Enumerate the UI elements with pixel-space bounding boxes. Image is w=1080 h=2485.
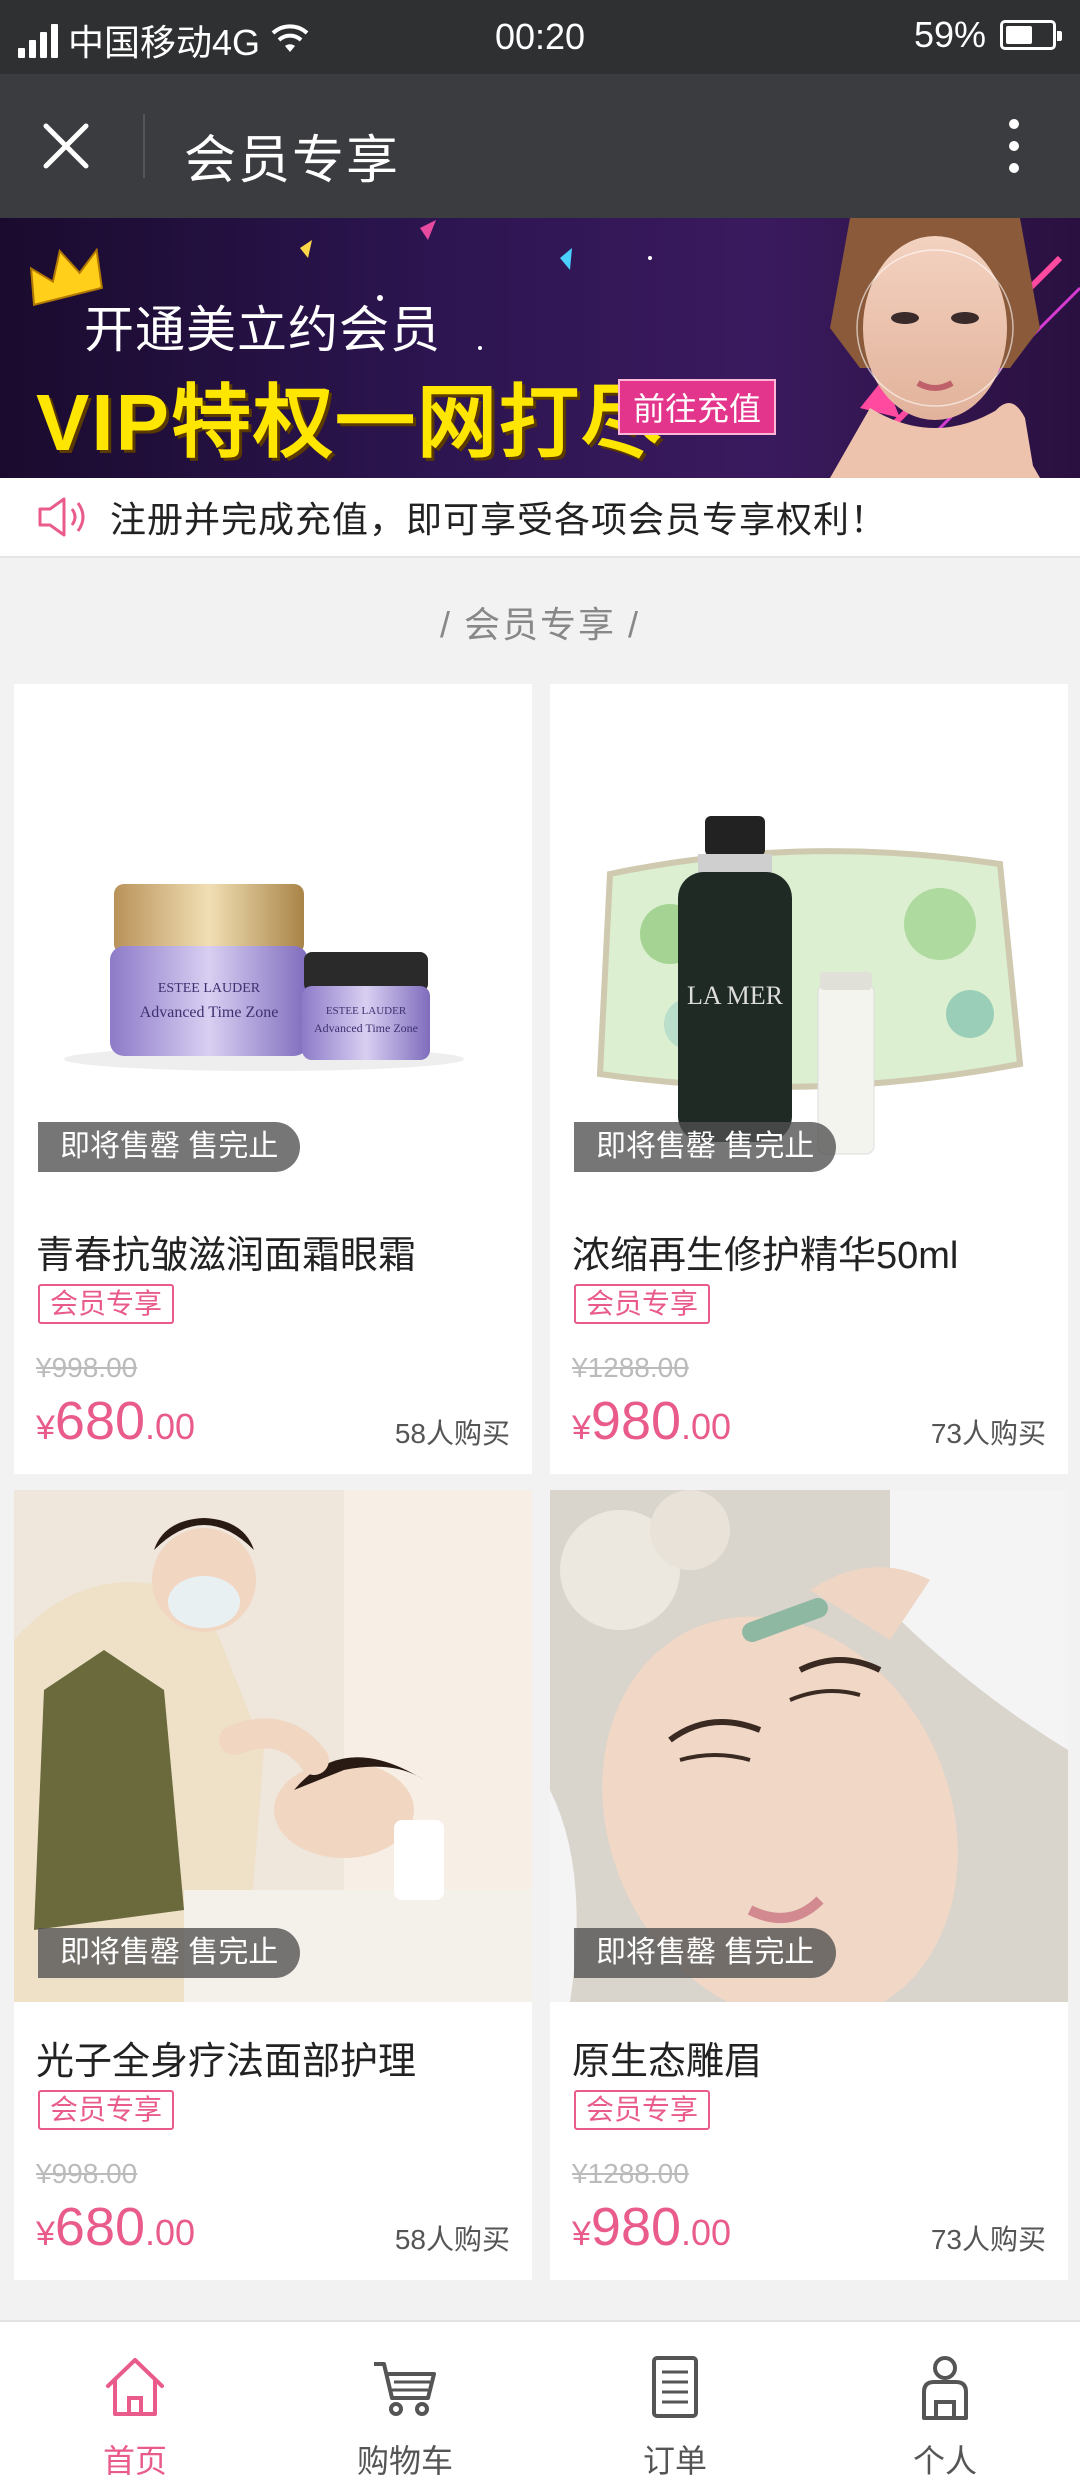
sold-out-tag: 即将售罄 售完止 — [574, 1122, 837, 1172]
sale-price: ¥980.00 — [572, 1390, 731, 1452]
tab-orders[interactable]: 订单 — [540, 2322, 810, 2485]
price-decimal: .00 — [145, 2212, 196, 2253]
original-price: ¥1288.00 — [572, 1352, 689, 1383]
product-card[interactable]: LA MER 即将售罄 售完止 浓缩再生修护精华50ml 会员专享 ¥1288.… — [550, 684, 1068, 1474]
svg-text:ESTEE LAUDER: ESTEE LAUDER — [326, 1005, 407, 1017]
sold-out-tag: 即将售罄 售完止 — [38, 1928, 301, 1978]
price-decimal: .00 — [681, 2212, 732, 2253]
product-image — [14, 1490, 532, 2002]
price-decimal: .00 — [145, 1406, 196, 1447]
title-bar: 会员专享 — [0, 74, 1080, 218]
sold-out-tag: 即将售罄 售完止 — [38, 1122, 301, 1172]
more-dot-icon — [1009, 163, 1019, 173]
serum-bottle-image: LA MER — [596, 816, 1024, 1155]
eyebrow-treatment-image — [550, 1490, 1068, 2002]
order-icon — [652, 2356, 698, 2418]
sold-count: 73人购买 — [930, 1418, 1046, 1449]
sold-count: 73人购买 — [930, 2224, 1046, 2255]
sold-out-tag: 即将售罄 售完止 — [574, 1928, 837, 1978]
cream-jar-image: ESTEE LAUDER Advanced Time Zone ESTEE LA… — [64, 884, 464, 1071]
close-icon — [43, 123, 89, 169]
svg-text:Advanced Time Zone: Advanced Time Zone — [140, 1004, 279, 1021]
cart-icon — [374, 2362, 436, 2416]
product-card[interactable]: 即将售罄 售完止 原生态雕眉 会员专享 ¥1288.00 ¥980.00 73人… — [550, 1490, 1068, 2280]
vip-banner[interactable]: 开通美立约会员 VIP特权一网打尽 前往充值 — [0, 218, 1080, 478]
product-name: 光子全身疗法面部护理 — [36, 2041, 417, 2083]
more-dot-icon — [1009, 141, 1019, 151]
product-name: 原生态雕眉 — [572, 2041, 763, 2083]
tab-label: 购物车 — [356, 2443, 453, 2479]
facial-massage-image — [14, 1490, 532, 2002]
sale-price: ¥680.00 — [36, 2196, 195, 2258]
price-integer: 980 — [590, 2197, 682, 2257]
tab-cart[interactable]: 购物车 — [270, 2322, 540, 2485]
sale-price: ¥980.00 — [572, 2196, 731, 2258]
section-title: / 会员专享 / — [439, 604, 640, 645]
sold-count: 58人购买 — [394, 1418, 510, 1449]
member-badge: 会员专享 — [38, 2090, 175, 2130]
price-currency: ¥ — [572, 2215, 591, 2253]
battery-icon — [1000, 20, 1062, 50]
product-card[interactable]: ESTEE LAUDER Advanced Time Zone ESTEE LA… — [14, 684, 532, 1474]
original-price: ¥1288.00 — [572, 2158, 689, 2189]
product-name: 浓缩再生修护精华50ml — [572, 1235, 959, 1277]
notice-bar: 注册并完成充值，即可享受各项会员专享权利！ — [0, 478, 1080, 558]
title-divider — [143, 114, 145, 178]
home-icon — [106, 2358, 164, 2416]
status-right: 59% — [913, 14, 1062, 56]
member-badge: 会员专享 — [574, 2090, 711, 2130]
svg-text:LA MER: LA MER — [687, 981, 784, 1010]
price-currency: ¥ — [36, 2215, 55, 2253]
banner-slogan: VIP特权一网打尽 — [36, 378, 663, 467]
banner-heading: 开通美立约会员 — [84, 302, 441, 358]
tab-label: 订单 — [642, 2443, 707, 2479]
member-badge: 会员专享 — [38, 1284, 175, 1324]
page-title: 会员专享 — [184, 132, 401, 190]
close-button[interactable] — [30, 110, 102, 182]
status-bar: 中国移动4G 00:20 59% — [0, 0, 1080, 74]
price-integer: 680 — [54, 1391, 146, 1451]
speaker-icon — [38, 497, 85, 537]
tab-home[interactable]: 首页 — [0, 2322, 270, 2485]
tab-label: 首页 — [102, 2443, 167, 2479]
product-image: ESTEE LAUDER Advanced Time Zone ESTEE LA… — [14, 684, 532, 1196]
price-integer: 980 — [590, 1391, 682, 1451]
svg-text:Advanced Time Zone: Advanced Time Zone — [314, 1021, 418, 1035]
price-decimal: .00 — [681, 1406, 732, 1447]
sold-count: 58人购买 — [394, 2224, 510, 2255]
bottom-tab-bar: 首页 购物车 订单 个人 — [0, 2320, 1080, 2485]
price-currency: ¥ — [572, 1409, 591, 1447]
battery-fill — [1006, 26, 1032, 44]
model-face-image — [830, 218, 1040, 478]
notice-text: 注册并完成充值，即可享受各项会员专享权利！ — [110, 499, 888, 540]
svg-text:ESTEE LAUDER: ESTEE LAUDER — [158, 981, 261, 996]
product-image — [550, 1490, 1068, 2002]
more-button[interactable] — [978, 110, 1050, 182]
product-image: LA MER — [550, 684, 1068, 1196]
recharge-button[interactable]: 前往充值 — [618, 379, 776, 435]
price-integer: 680 — [54, 2197, 146, 2257]
sale-price: ¥680.00 — [36, 1390, 195, 1452]
product-card[interactable]: 即将售罄 售完止 光子全身疗法面部护理 会员专享 ¥998.00 ¥680.00… — [14, 1490, 532, 2280]
more-dot-icon — [1009, 119, 1019, 129]
tab-label: 个人 — [912, 2443, 977, 2479]
person-icon — [922, 2356, 968, 2420]
tab-profile[interactable]: 个人 — [810, 2322, 1080, 2485]
original-price: ¥998.00 — [36, 2158, 138, 2189]
original-price: ¥998.00 — [36, 1352, 138, 1383]
battery-percent: 59% — [913, 14, 986, 55]
member-badge: 会员专享 — [574, 1284, 711, 1324]
price-currency: ¥ — [36, 1409, 55, 1447]
product-name: 青春抗皱滋润面霜眼霜 — [36, 1235, 417, 1277]
